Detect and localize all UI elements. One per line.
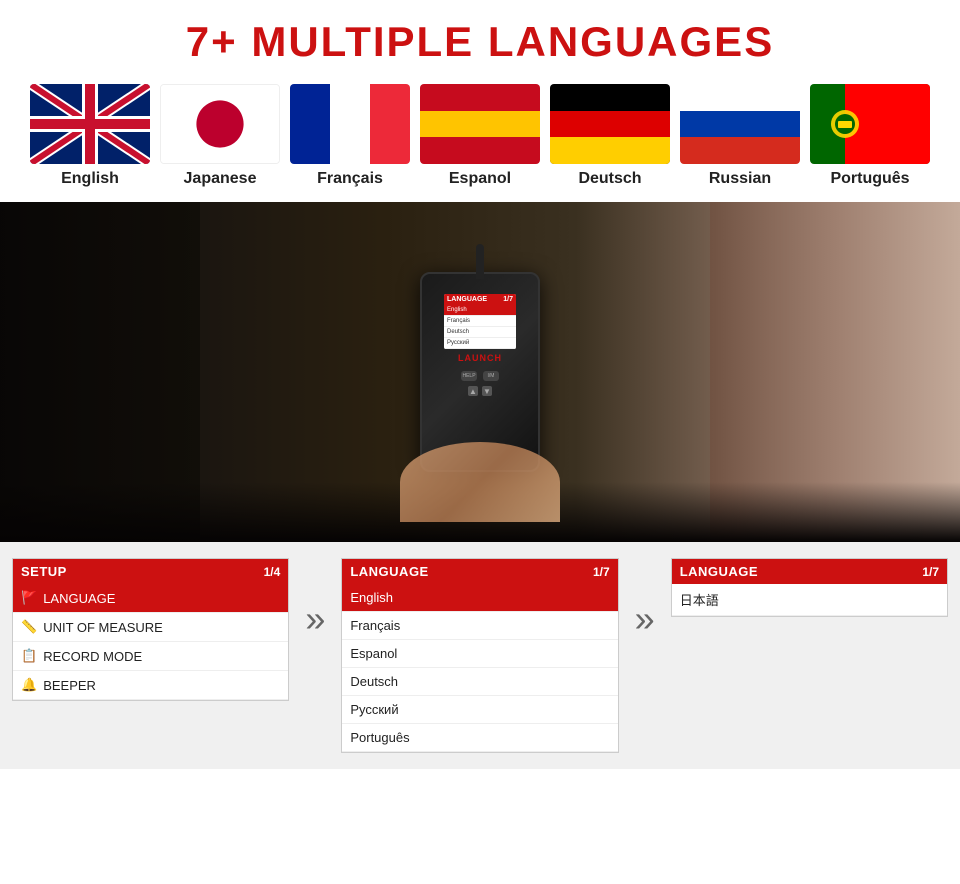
flag-item-portugues: Português — [805, 84, 935, 188]
flag-germany — [550, 84, 670, 164]
lang-row-english: English — [342, 584, 617, 612]
flag-item-english: English — [25, 84, 155, 188]
title-section: 7+ MULTIPLE LANGUAGES — [0, 0, 960, 76]
language-panel2-number: 1/7 — [922, 565, 939, 579]
lang-row-deutsch: Deutsch — [342, 668, 617, 696]
setup-row-record: 📋 RECORD MODE — [13, 642, 288, 671]
beeper-icon: 🔔 — [21, 677, 37, 693]
lang-espanol: Espanol — [350, 646, 397, 661]
flag-label-portugues: Português — [830, 170, 909, 188]
flags-section: English Japanese Français — [0, 76, 960, 202]
lang-portugues: Português — [350, 730, 409, 745]
flag-france — [290, 84, 410, 164]
language-panel-2: LANGUAGE 1/7 日本語 — [671, 558, 948, 617]
lang-row-francais: Français — [342, 612, 617, 640]
flag-item-deutsch: Deutsch — [545, 84, 675, 188]
photo-section: LANGUAGE 1/7 English Français Deutsch Ру… — [0, 202, 960, 542]
device-buttons: HELP I/M — [422, 371, 538, 381]
flag-label-espanol: Espanol — [449, 170, 511, 188]
arrow-2: » — [631, 598, 659, 640]
flag-item-francais: Français — [285, 84, 415, 188]
device-screen: LANGUAGE 1/7 English Français Deutsch Ру… — [444, 294, 516, 349]
setup-record-text: RECORD MODE — [43, 649, 142, 664]
flag-russia — [680, 84, 800, 164]
language-panel2-title: LANGUAGE — [680, 564, 758, 579]
flag-spain — [420, 84, 540, 164]
lang-russian: Русский — [350, 702, 398, 717]
flag-label-russian: Russian — [709, 170, 771, 188]
main-title: 7+ MULTIPLE LANGUAGES — [0, 18, 960, 66]
flag-label-english: English — [61, 170, 119, 188]
lang-japanese: 日本語 — [680, 593, 719, 608]
device-brand-label: LAUNCH — [422, 353, 538, 363]
lang-deutsch: Deutsch — [350, 674, 398, 689]
flag-item-japanese: Japanese — [155, 84, 285, 188]
flag-label-francais: Français — [317, 170, 383, 188]
lang-row-russian: Русский — [342, 696, 617, 724]
setup-row-unit: 📏 UNIT OF MEASURE — [13, 613, 288, 642]
language-panel-1: LANGUAGE 1/7 English Français Espanol De… — [341, 558, 618, 753]
setup-panel-header: SETUP 1/4 — [13, 559, 288, 584]
flag-label-japanese: Japanese — [184, 170, 257, 188]
setup-beeper-text: BEEPER — [43, 678, 96, 693]
lang-francais: Français — [350, 618, 400, 633]
setup-unit-text: UNIT OF MEASURE — [43, 620, 163, 635]
lang-row-espanol: Espanol — [342, 640, 617, 668]
language-panel1-header: LANGUAGE 1/7 — [342, 559, 617, 584]
unit-icon: 📏 — [21, 619, 37, 635]
language-panel1-title: LANGUAGE — [350, 564, 428, 579]
lang-row-japanese: 日本語 — [672, 584, 947, 616]
language-panel2-header: LANGUAGE 1/7 — [672, 559, 947, 584]
setup-panel-title: SETUP — [21, 564, 67, 579]
lang-english: English — [350, 590, 393, 605]
record-icon: 📋 — [21, 648, 37, 664]
language-icon: 🚩 — [21, 590, 37, 606]
device-container: LANGUAGE 1/7 English Français Deutsch Ру… — [420, 272, 540, 472]
flag-label-deutsch: Deutsch — [578, 170, 641, 188]
flag-uk — [30, 84, 150, 164]
panels-section: SETUP 1/4 🚩 LANGUAGE 📏 UNIT OF MEASURE 📋… — [0, 542, 960, 769]
setup-row-beeper: 🔔 BEEPER — [13, 671, 288, 700]
flag-portugal — [810, 84, 930, 164]
arrow-1: » — [301, 598, 329, 640]
setup-panel-number: 1/4 — [264, 565, 281, 579]
flag-item-espanol: Espanol — [415, 84, 545, 188]
setup-row-language: 🚩 LANGUAGE — [13, 584, 288, 613]
flag-japan — [160, 84, 280, 164]
language-panel1-number: 1/7 — [593, 565, 610, 579]
setup-language-text: LANGUAGE — [43, 591, 115, 606]
lang-row-portugues: Português — [342, 724, 617, 752]
flag-item-russian: Russian — [675, 84, 805, 188]
setup-panel: SETUP 1/4 🚩 LANGUAGE 📏 UNIT OF MEASURE 📋… — [12, 558, 289, 701]
